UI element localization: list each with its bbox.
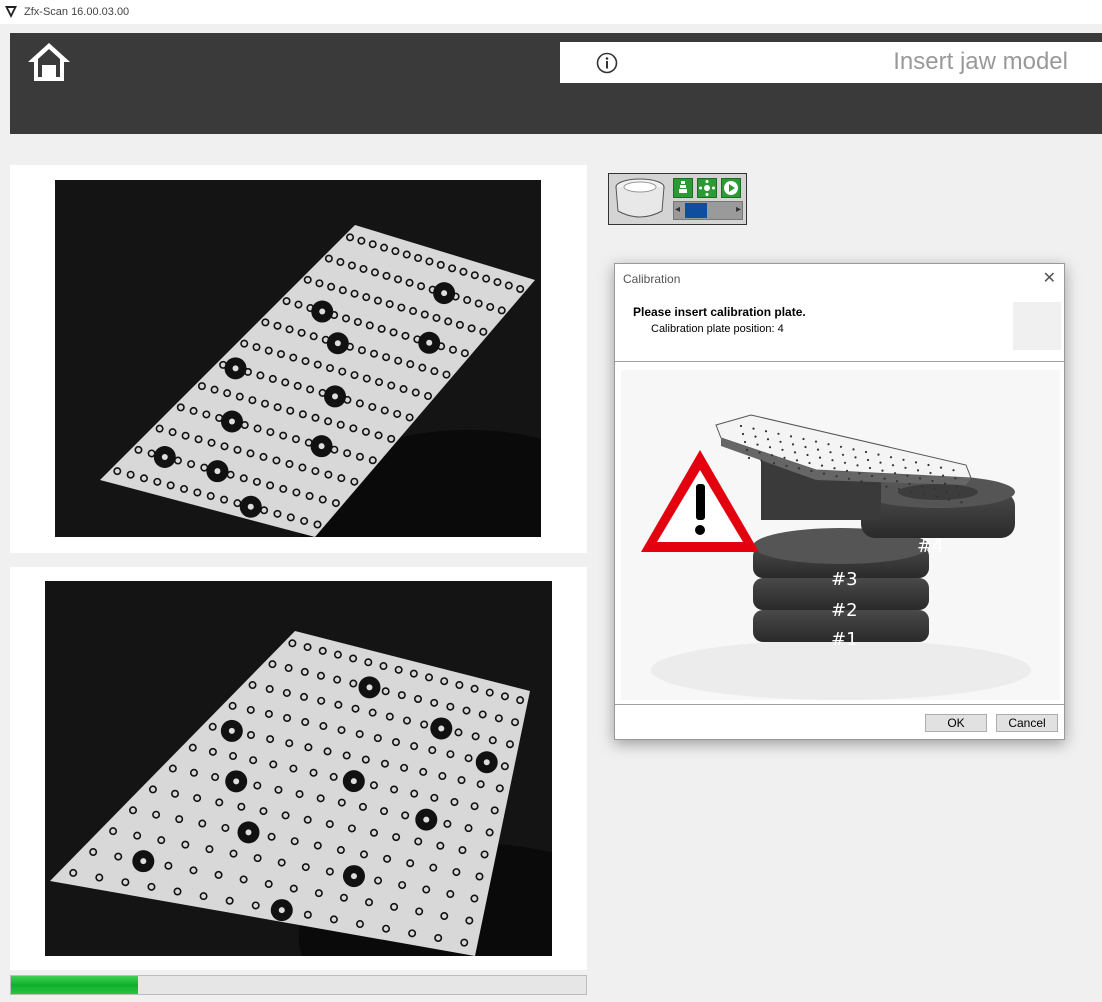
progress-fill <box>11 976 138 994</box>
play-button[interactable] <box>721 178 741 198</box>
ok-button[interactable]: OK <box>925 714 987 732</box>
calibration-illustration: #4 #3 #2 #1 . <box>621 370 1060 700</box>
plate-position-label-3: #3 <box>831 569 858 590</box>
dialog-subtext: Calibration plate position: 4 <box>651 323 784 335</box>
step-info-bar: Insert jaw model <box>560 42 1102 83</box>
dialog-thumbnail <box>1013 302 1061 350</box>
scan-progress-bar <box>10 975 587 995</box>
divider <box>615 704 1064 705</box>
scroll-left-icon[interactable]: ◂ <box>675 204 680 215</box>
step-title: Insert jaw model <box>893 48 1068 75</box>
move-icon <box>699 180 715 196</box>
play-icon <box>724 181 738 195</box>
divider <box>615 361 1064 362</box>
scroll-thumb[interactable] <box>685 203 707 218</box>
plate-position-label-2: #2 <box>831 600 858 621</box>
app-logo-icon <box>5 6 17 18</box>
plate-position-label-4: #4 <box>917 536 944 557</box>
scanner-toolbar: ◂ ▸ <box>608 173 747 225</box>
dialog-title: Calibration <box>623 272 681 286</box>
header-bar: Insert jaw model <box>10 33 1102 134</box>
dialog-heading: Please insert calibration plate. <box>633 305 806 319</box>
toolbar-scrollbar[interactable]: ◂ ▸ <box>673 201 743 220</box>
close-icon[interactable]: ✕ <box>1043 268 1056 288</box>
scan-mode-button[interactable] <box>673 178 693 198</box>
stack-icon <box>679 181 687 193</box>
scroll-right-icon[interactable]: ▸ <box>736 204 741 215</box>
move-button[interactable] <box>697 178 717 198</box>
window-title: Zfx-Scan 16.00.03.00 <box>24 6 130 18</box>
home-icon[interactable] <box>26 39 72 85</box>
window-titlebar: Zfx-Scan 16.00.03.00 <box>0 0 1102 24</box>
cancel-button[interactable]: Cancel <box>996 714 1058 732</box>
info-icon[interactable] <box>596 52 618 74</box>
scanner-device-icon[interactable] <box>612 177 668 221</box>
camera-view-bottom <box>45 581 552 956</box>
camera-view-top <box>55 180 541 537</box>
calibration-dialog: Calibration ✕ Please insert calibration … <box>614 263 1065 740</box>
plate-position-label-1: #1 <box>831 629 858 650</box>
